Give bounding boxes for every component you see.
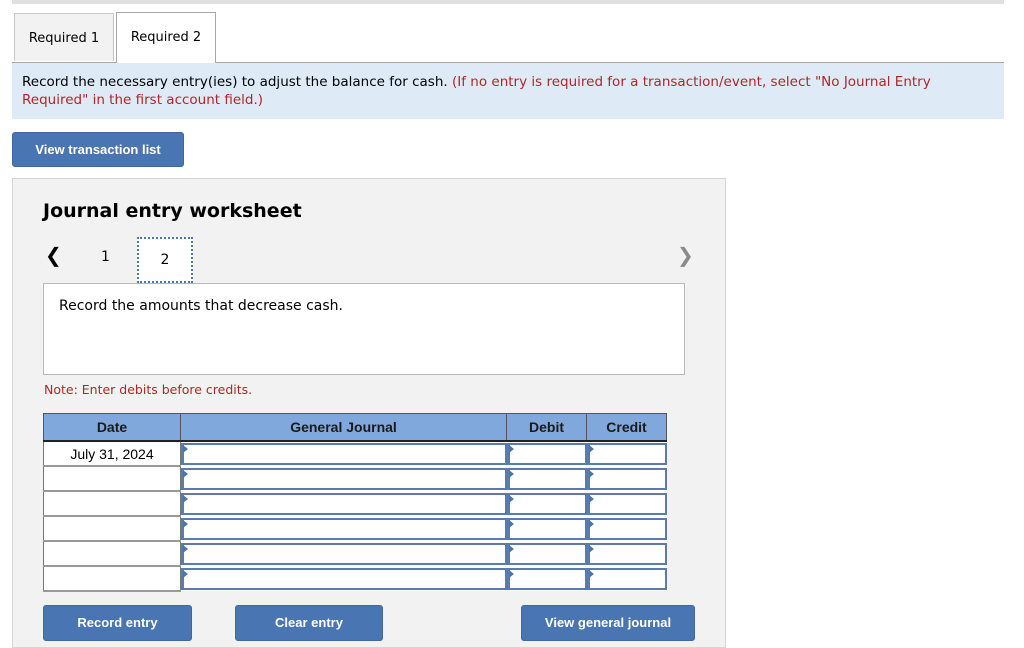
table-row bbox=[43, 490, 667, 517]
clear-entry-button[interactable]: Clear entry bbox=[235, 605, 383, 641]
credit-input[interactable] bbox=[586, 492, 667, 515]
entry-description: Record the amounts that decrease cash. bbox=[43, 283, 685, 375]
tab-required-2[interactable]: Required 2 bbox=[116, 12, 216, 63]
instruction-box: Record the necessary entry(ies) to adjus… bbox=[12, 63, 1004, 119]
credit-input[interactable] bbox=[586, 567, 667, 590]
instruction-text: Record the necessary entry(ies) to adjus… bbox=[22, 74, 448, 90]
journal-table: Date General Journal Debit Credit July 3… bbox=[43, 413, 667, 592]
chevron-right-icon[interactable]: ❯ bbox=[677, 243, 694, 267]
table-row bbox=[43, 565, 667, 592]
credit-input[interactable] bbox=[586, 467, 667, 490]
header-general-journal: General Journal bbox=[180, 413, 507, 442]
top-divider bbox=[12, 0, 1004, 4]
account-input[interactable] bbox=[181, 567, 507, 590]
date-cell bbox=[43, 515, 181, 542]
record-entry-button[interactable]: Record entry bbox=[43, 605, 192, 641]
table-row bbox=[43, 465, 667, 492]
journal-entry-worksheet-panel: Journal entry worksheet ❮ 1 2 ❯ Record t… bbox=[12, 178, 726, 648]
view-general-journal-button[interactable]: View general journal bbox=[521, 605, 695, 641]
date-cell: July 31, 2024 bbox=[43, 440, 181, 467]
table-row bbox=[43, 540, 667, 567]
account-input[interactable] bbox=[181, 517, 507, 540]
date-cell bbox=[43, 465, 181, 492]
worksheet-page-1[interactable]: 1 bbox=[101, 249, 110, 265]
account-input[interactable] bbox=[181, 467, 507, 490]
journal-table-header: Date General Journal Debit Credit bbox=[43, 413, 667, 442]
header-credit: Credit bbox=[586, 413, 667, 442]
debit-input[interactable] bbox=[506, 467, 587, 490]
debit-input[interactable] bbox=[506, 517, 587, 540]
debit-input[interactable] bbox=[506, 542, 587, 565]
credit-input[interactable] bbox=[586, 443, 667, 465]
date-cell bbox=[43, 540, 181, 567]
tab-required-1[interactable]: Required 1 bbox=[14, 13, 114, 61]
table-row bbox=[43, 515, 667, 542]
header-debit: Debit bbox=[506, 413, 587, 442]
debit-input[interactable] bbox=[506, 492, 587, 515]
debits-before-credits-note: Note: Enter debits before credits. bbox=[44, 382, 253, 397]
date-cell bbox=[43, 490, 181, 517]
table-row: July 31, 2024 bbox=[43, 440, 667, 467]
account-input[interactable] bbox=[181, 443, 507, 465]
worksheet-title: Journal entry worksheet bbox=[43, 200, 302, 222]
account-input[interactable] bbox=[181, 492, 507, 515]
account-input[interactable] bbox=[181, 542, 507, 565]
worksheet-page-2[interactable]: 2 bbox=[137, 237, 193, 283]
chevron-left-icon[interactable]: ❮ bbox=[45, 243, 62, 267]
debit-input[interactable] bbox=[506, 567, 587, 590]
entry-description-text: Record the amounts that decrease cash. bbox=[59, 298, 343, 314]
credit-input[interactable] bbox=[586, 517, 667, 540]
header-date: Date bbox=[43, 413, 181, 442]
credit-input[interactable] bbox=[586, 542, 667, 565]
date-cell bbox=[43, 565, 181, 592]
view-transaction-list-button[interactable]: View transaction list bbox=[12, 132, 184, 167]
debit-input[interactable] bbox=[506, 443, 587, 465]
